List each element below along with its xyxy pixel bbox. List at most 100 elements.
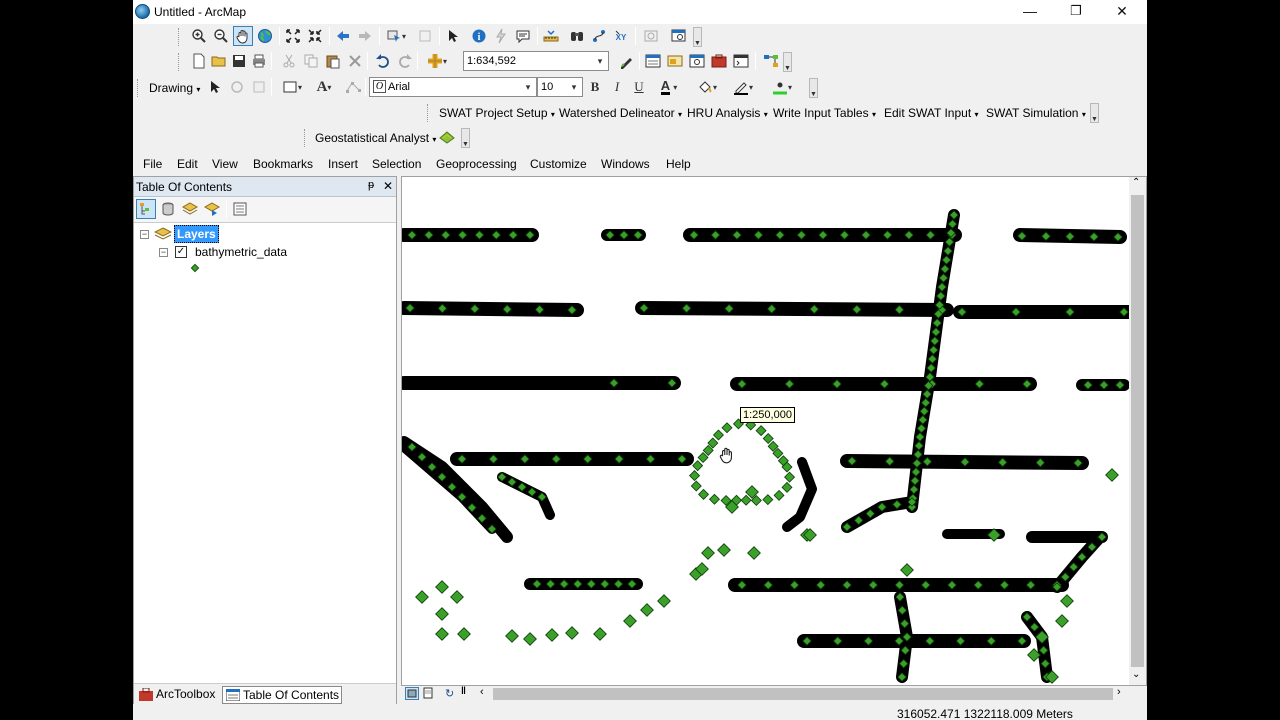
layout-view-icon[interactable] (422, 687, 436, 700)
zoom-in-icon[interactable] (189, 26, 209, 46)
toolbar-overflow-chevron[interactable]: ▼ (809, 78, 818, 98)
select-elements-pointer-icon[interactable] (443, 26, 463, 46)
html-popup-icon[interactable] (513, 26, 533, 46)
close-button[interactable]: ✕ (1099, 0, 1145, 24)
zoom-out-icon[interactable] (211, 26, 231, 46)
minimize-button[interactable]: — (1007, 0, 1053, 24)
list-by-visibility-icon[interactable] (180, 199, 200, 219)
delete-x-icon[interactable] (345, 51, 365, 71)
toc-close-icon[interactable]: ✕ (383, 179, 393, 193)
hru-analysis-menu[interactable]: HRU Analysis ▾ (687, 106, 768, 120)
add-data-icon[interactable]: ▾ (423, 51, 451, 71)
modelbuilder-icon[interactable] (761, 51, 781, 71)
menu-insert[interactable]: Insert (328, 157, 358, 171)
data-view-icon[interactable] (405, 687, 419, 700)
paste-clipboard-icon[interactable] (323, 51, 343, 71)
scroll-right-chevron[interactable]: › (1117, 686, 1121, 698)
drawing-menu[interactable]: Drawing ▾ (149, 81, 200, 95)
editor-toolbar-icon[interactable] (617, 51, 637, 71)
save-disk-icon[interactable] (229, 51, 249, 71)
forward-extent-arrow-icon[interactable] (355, 26, 375, 46)
cut-scissors-icon[interactable] (279, 51, 299, 71)
menu-geoprocessing[interactable]: Geoprocessing (436, 157, 517, 171)
toolbar-grip[interactable] (178, 53, 183, 71)
menu-view[interactable]: View (212, 157, 238, 171)
search-window-icon[interactable] (687, 51, 707, 71)
horizontal-scroll-thumb[interactable] (493, 688, 1113, 700)
italic-button[interactable]: I (607, 77, 627, 97)
swat-project-setup-menu[interactable]: SWAT Project Setup ▾ (439, 106, 555, 120)
map-display[interactable]: 1:250,000 ⌃ ⌄ (401, 176, 1147, 686)
watershed-delineator-menu[interactable]: Watershed Delineator ▾ (559, 106, 682, 120)
undo-icon[interactable] (373, 51, 393, 71)
scroll-up-chevron[interactable]: ⌃ (1132, 177, 1140, 188)
toolbar-overflow-chevron[interactable]: ▼ (783, 52, 792, 72)
collapse-toggle[interactable]: − (159, 248, 168, 257)
menu-customize[interactable]: Customize (530, 157, 587, 171)
full-extent-globe-icon[interactable] (255, 26, 275, 46)
font-size-combo[interactable]: 10 ▾ (537, 77, 583, 97)
clear-selection-icon[interactable] (415, 26, 435, 46)
catalog-window-icon[interactable] (665, 51, 685, 71)
new-document-icon[interactable] (189, 51, 209, 71)
font-color-button[interactable]: A ▾ (655, 77, 683, 97)
layers-data-frame[interactable]: Layers (174, 225, 219, 243)
font-name-combo[interactable]: O Arial ▾ (369, 77, 537, 97)
identify-info-icon[interactable]: i (469, 26, 489, 46)
table-of-contents-window-icon[interactable] (643, 51, 663, 71)
arctoolbox-window-icon[interactable] (709, 51, 729, 71)
toolbar-overflow-chevron[interactable]: ▼ (693, 27, 702, 47)
hyperlink-bolt-icon[interactable] (491, 26, 511, 46)
list-by-source-icon[interactable] (158, 199, 178, 219)
underline-button[interactable]: U (629, 77, 649, 97)
menu-selection[interactable]: Selection (372, 157, 421, 171)
toolbar-grip[interactable] (427, 104, 432, 122)
select-elements-pointer-icon[interactable] (205, 77, 225, 97)
fixed-zoom-out-icon[interactable] (305, 26, 325, 46)
edit-vertices-icon[interactable] (343, 77, 363, 97)
swat-simulation-menu[interactable]: SWAT Simulation ▾ (986, 106, 1086, 120)
bold-button[interactable]: B (585, 77, 605, 97)
scroll-left-chevron[interactable]: ‹ (480, 686, 484, 698)
pin-icon[interactable]: ᵽ (368, 179, 374, 191)
zoom-to-selected-elements-icon[interactable] (249, 77, 269, 97)
toolbar-grip[interactable] (178, 28, 183, 46)
create-viewer-window-icon[interactable] (669, 26, 689, 46)
fixed-zoom-in-icon[interactable] (283, 26, 303, 46)
back-extent-arrow-icon[interactable] (333, 26, 353, 46)
scroll-down-chevron[interactable]: ⌄ (1132, 669, 1140, 680)
time-slider-icon[interactable] (641, 26, 661, 46)
geostatistical-wizard-icon[interactable] (437, 127, 457, 147)
layer-name[interactable]: bathymetric_data (195, 245, 287, 259)
geostatistical-analyst-menu[interactable]: Geostatistical Analyst ▾ (315, 131, 436, 145)
toolbar-grip[interactable] (304, 129, 309, 147)
rotate-icon[interactable] (227, 77, 247, 97)
fill-color-bucket-icon[interactable]: ▾ (693, 77, 721, 97)
pause-drawing-icon[interactable]: ǁ (461, 686, 475, 699)
toolbar-overflow-chevron[interactable]: ▼ (1090, 103, 1099, 123)
marker-color-icon[interactable]: ▾ (767, 77, 797, 97)
find-route-icon[interactable] (589, 26, 609, 46)
copy-icon[interactable] (301, 51, 321, 71)
menu-bookmarks[interactable]: Bookmarks (253, 157, 313, 171)
tab-table-of-contents[interactable]: Table Of Contents (222, 686, 342, 704)
maximize-button[interactable]: ❐ (1053, 0, 1099, 24)
print-icon[interactable] (249, 51, 269, 71)
menu-windows[interactable]: Windows (601, 157, 650, 171)
toolbar-overflow-chevron[interactable]: ▼ (461, 128, 470, 148)
list-by-drawing-order-icon[interactable] (136, 199, 156, 219)
find-binoculars-icon[interactable] (567, 26, 587, 46)
measure-ruler-icon[interactable] (541, 26, 561, 46)
python-window-icon[interactable] (731, 51, 751, 71)
rectangle-draw-icon[interactable]: ▾ (277, 77, 307, 97)
tab-arctoolbox[interactable]: ArcToolbox (136, 686, 220, 704)
text-tool-icon[interactable]: A ▾ (309, 77, 339, 97)
write-input-tables-menu[interactable]: Write Input Tables ▾ (773, 106, 876, 120)
map-vertical-scrollbar[interactable]: ⌃ ⌄ (1129, 177, 1146, 685)
menu-edit[interactable]: Edit (177, 157, 198, 171)
select-features-icon[interactable]: ▾ (383, 26, 409, 46)
toolbar-grip[interactable] (137, 79, 142, 97)
menu-help[interactable]: Help (666, 157, 691, 171)
menu-file[interactable]: File (143, 157, 162, 171)
pan-hand-icon[interactable] (233, 26, 253, 46)
